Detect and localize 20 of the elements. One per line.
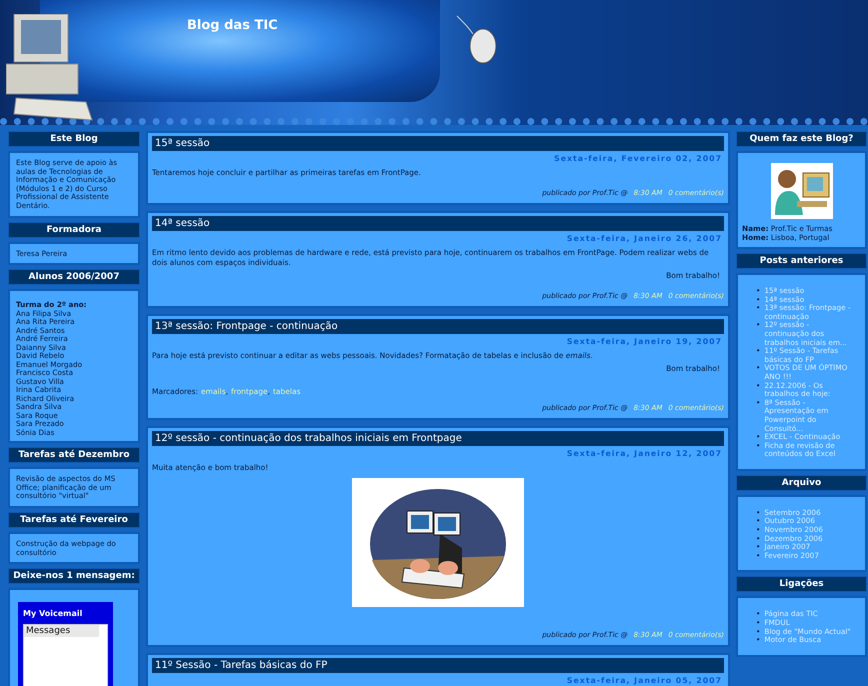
post-title[interactable]: 12º sessão - continuação dos trabalhos iniciais em Frontpage xyxy=(152,431,724,446)
sidebar-heading: Arquivo xyxy=(736,474,867,491)
sidebar-heading: Tarefas até Dezembro xyxy=(8,447,140,464)
person-at-computer-icon xyxy=(770,163,832,219)
sidebar-heading: Ligações xyxy=(736,576,867,592)
blog-title[interactable]: Blog das TIC xyxy=(187,18,278,33)
post-title[interactable]: 13ª sessão: Frontpage - continuação xyxy=(152,319,724,334)
sidebar-heading: Deixe-nos 1 mensagem: xyxy=(8,568,140,584)
mouse-icon xyxy=(455,14,499,64)
post-title[interactable]: 14ª sessão xyxy=(152,216,724,231)
list-header: Messages xyxy=(24,625,100,638)
sidebar-heading: Quem faz este Blog? xyxy=(736,131,867,147)
sidebar-heading: Posts anteriores xyxy=(736,253,867,269)
widget-title: My Voicemail xyxy=(23,609,84,618)
sidebar-heading: Alunos 2006/2007 xyxy=(8,269,140,286)
post-title[interactable]: 11º Sessão - Tarefas básicas do FP xyxy=(152,658,724,673)
sidebar-heading: Este Blog xyxy=(8,131,140,147)
sidebar-heading: Formadora xyxy=(8,222,140,238)
post-title[interactable]: 15ª sessão xyxy=(152,136,724,151)
sidebar-heading: Tarefas até Fevereiro xyxy=(8,512,140,528)
